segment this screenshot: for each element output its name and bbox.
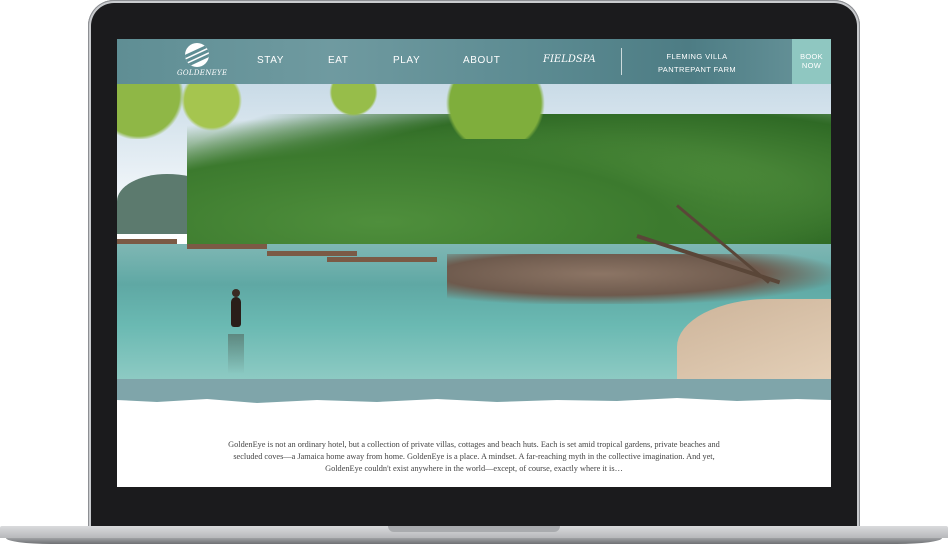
nav-fleming-villa[interactable]: FLEMING VILLA: [647, 50, 747, 63]
laptop-base-notch: [388, 526, 560, 532]
hero-swimmer: [229, 289, 243, 337]
nav-divider: [621, 48, 622, 75]
logo-text: GOLDENEYE: [177, 69, 228, 77]
hero-dock-1: [117, 239, 177, 244]
torn-paper-edge: [117, 398, 831, 406]
nav-about[interactable]: ABOUT: [463, 55, 500, 66]
hero-swimmer-reflection: [228, 334, 244, 374]
goldeneye-logo-icon: [185, 43, 209, 67]
website-screen: GOLDENEYE STAY EAT PLAY ABOUT FIELDSPA F…: [117, 39, 831, 487]
book-now-line2: NOW: [801, 61, 822, 70]
book-now-button[interactable]: BOOK NOW: [792, 39, 831, 84]
top-navigation: GOLDENEYE STAY EAT PLAY ABOUT FIELDSPA F…: [117, 39, 831, 84]
laptop-base: [0, 524, 948, 546]
hero-image: [117, 84, 831, 379]
laptop-base-bottom: [6, 538, 942, 544]
nav-fieldspa[interactable]: FIELDSPA: [543, 54, 596, 65]
logo-link[interactable]: GOLDENEYE: [177, 43, 228, 81]
nav-stay[interactable]: STAY: [257, 55, 284, 66]
hero-dock-3: [267, 251, 357, 256]
book-now-line1: BOOK: [800, 52, 823, 61]
nav-pantrepant-farm[interactable]: PANTREPANT FARM: [647, 63, 747, 76]
hero-dock-2: [187, 244, 267, 249]
hero-dock-4: [327, 257, 437, 262]
intro-paragraph: GoldenEye is not an ordinary hotel, but …: [228, 440, 720, 473]
hero-foreground-leaves: [117, 84, 547, 139]
property-links: FLEMING VILLA PANTREPANT FARM: [647, 50, 747, 76]
nav-eat[interactable]: EAT: [328, 55, 349, 66]
nav-play[interactable]: PLAY: [393, 55, 420, 66]
